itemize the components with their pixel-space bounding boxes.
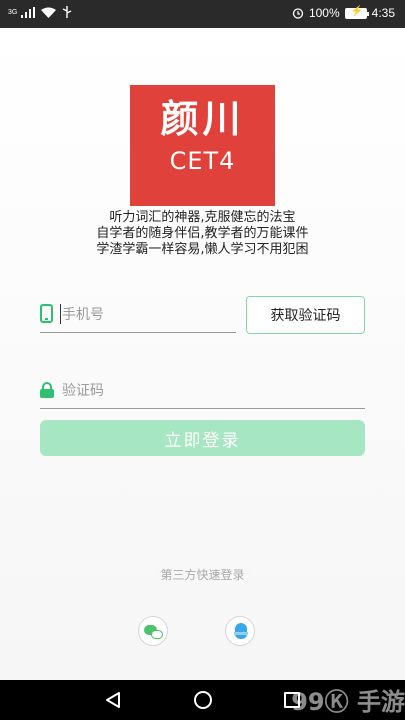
logo-title: 颜川 bbox=[160, 97, 245, 141]
third-party-login-divider: 第三方快速登录 bbox=[0, 566, 405, 583]
system-navigation-bar: 99Ⓚ 手游 bbox=[0, 680, 405, 720]
lock-icon bbox=[40, 382, 54, 398]
signal-icon bbox=[21, 6, 36, 18]
phone-field-row bbox=[40, 300, 236, 333]
clock: 4:35 bbox=[371, 6, 395, 20]
phone-number-input[interactable] bbox=[62, 302, 232, 328]
network-type-label: 3G bbox=[8, 8, 18, 16]
login-screen: 颜川 CET4 听力词汇的神器,克服健忘的法宝 自学者的随身伴侣,教学者的万能课… bbox=[0, 28, 405, 680]
usb-icon bbox=[63, 6, 72, 18]
slogan-line-3: 学渣学霸一样容易,懒人学习不用犯困 bbox=[96, 242, 309, 257]
battery-percent: 100% bbox=[308, 6, 340, 20]
code-field-row bbox=[40, 376, 365, 409]
wifi-icon bbox=[41, 7, 57, 18]
battery-icon: ⚡ bbox=[344, 6, 369, 19]
slogan-line-2: 自学者的随身伴侣,教学者的万能课件 bbox=[96, 226, 309, 241]
login-button[interactable]: 立即登录 bbox=[40, 420, 365, 456]
watermark: 99Ⓚ 手游 bbox=[291, 688, 405, 716]
wechat-login-button[interactable] bbox=[138, 616, 168, 646]
logo-subtitle: CET4 bbox=[169, 147, 236, 175]
verification-code-input[interactable] bbox=[62, 378, 352, 404]
third-party-login-label: 第三方快速登录 bbox=[154, 568, 251, 582]
slogan-line-1: 听力词汇的神器,克服健忘的法宝 bbox=[109, 210, 296, 225]
alarm-icon bbox=[292, 8, 304, 19]
back-icon[interactable] bbox=[104, 691, 122, 709]
home-icon[interactable] bbox=[194, 691, 212, 709]
app-logo: 颜川 CET4 bbox=[130, 85, 275, 206]
phone-icon bbox=[40, 304, 53, 323]
status-bar: 3G 100% ⚡ 4:35 bbox=[0, 0, 405, 28]
text-cursor bbox=[60, 304, 61, 324]
get-verification-code-button[interactable]: 获取验证码 bbox=[246, 296, 365, 334]
qq-login-button[interactable] bbox=[225, 616, 255, 646]
